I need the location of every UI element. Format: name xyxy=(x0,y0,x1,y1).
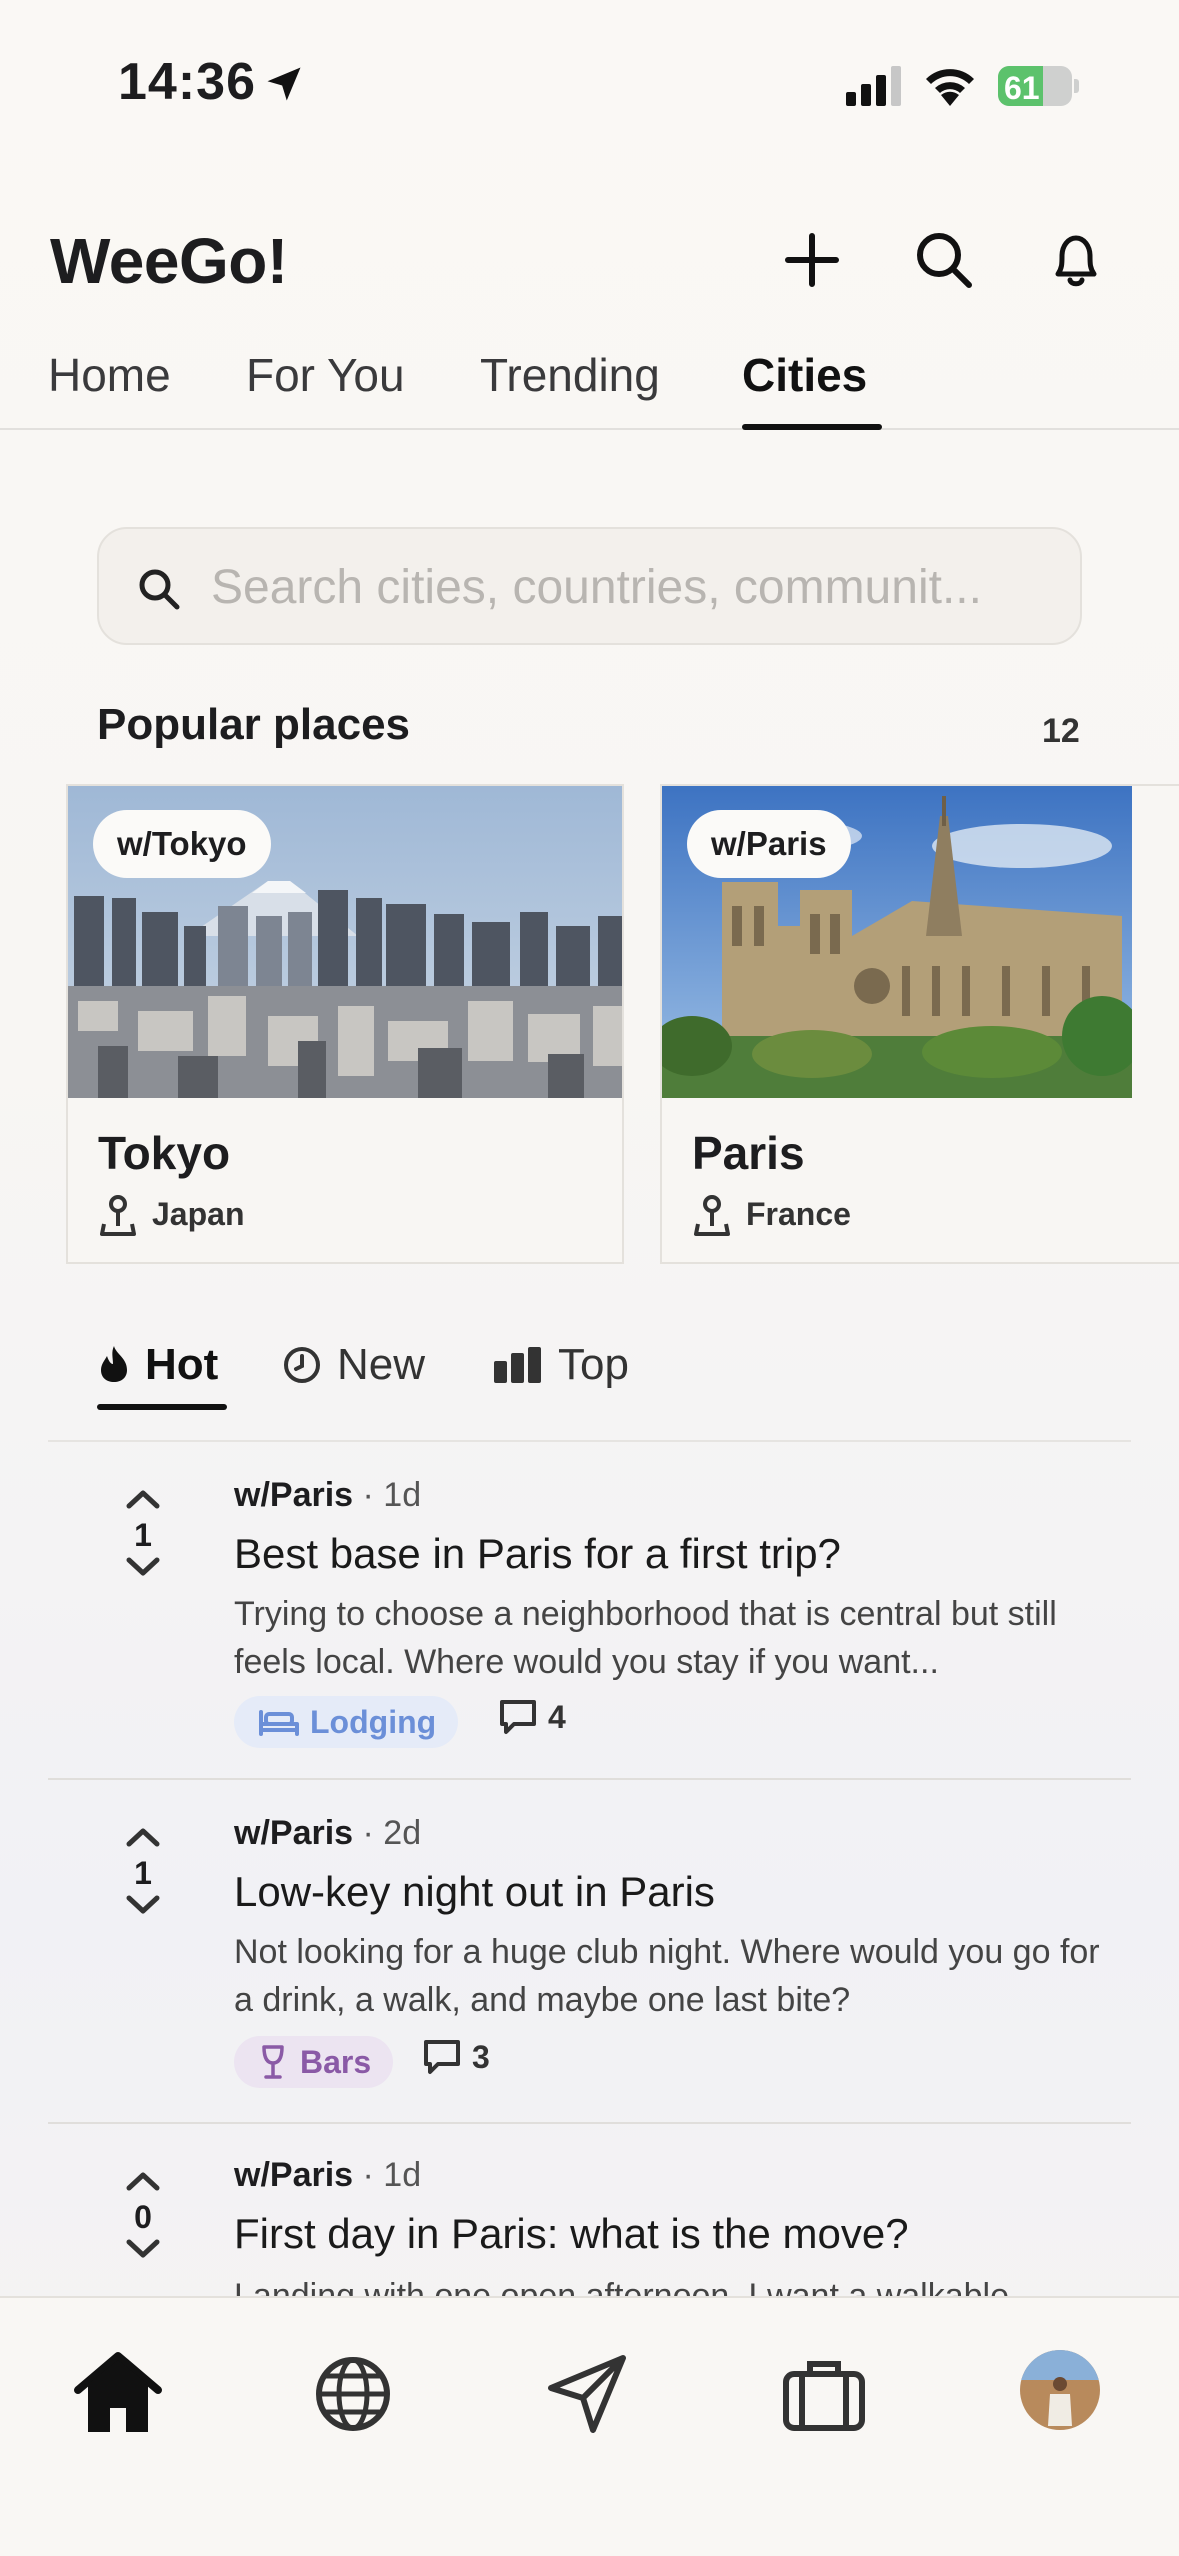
globe-icon[interactable] xyxy=(303,2344,403,2444)
sort-new[interactable]: New xyxy=(283,1340,425,1390)
comment-count[interactable]: 4 xyxy=(498,1698,566,1736)
bottom-nav xyxy=(0,2296,1179,2556)
post-body: Trying to choose a neighborhood that is … xyxy=(234,1595,1057,1681)
tab-home[interactable]: Home xyxy=(48,348,171,402)
top-tabs: Home For You Trending Cities xyxy=(0,340,1179,430)
vote-count: 0 xyxy=(134,2199,152,2235)
post-community[interactable]: w/Paris · 1d xyxy=(234,1476,421,1515)
tab-for-you[interactable]: For You xyxy=(246,348,405,402)
flame-icon xyxy=(101,1346,127,1382)
comment-count[interactable]: 3 xyxy=(422,2038,490,2076)
briefcase-icon[interactable] xyxy=(774,2344,874,2444)
tag-bars[interactable]: Bars xyxy=(234,2036,394,2088)
city-card-paris[interactable]: w/Paris Paris France xyxy=(660,784,1179,1264)
city-name: Tokyo xyxy=(98,1127,231,1179)
post-body: Not looking for a huge club night. Where… xyxy=(234,1933,1100,2019)
tag-label: Lodging xyxy=(310,1704,437,1740)
post-card[interactable]: 0 w/Paris · 1d First day in Paris: what … xyxy=(48,2124,1131,2296)
vote-count: 1 xyxy=(134,1517,152,1553)
home-icon[interactable] xyxy=(68,2344,168,2444)
active-sort-indicator xyxy=(97,1404,227,1410)
post-community[interactable]: w/Paris · 2d xyxy=(234,1814,421,1853)
downvote-icon[interactable] xyxy=(123,1554,163,1580)
tab-trending[interactable]: Trending xyxy=(480,348,660,402)
wifi-icon xyxy=(926,69,974,106)
search-icon[interactable] xyxy=(912,228,976,292)
sort-hot[interactable]: Hot xyxy=(97,1340,218,1390)
city-name: Paris xyxy=(692,1127,805,1179)
post-community[interactable]: w/Paris · 1d xyxy=(234,2156,421,2195)
vote-control: 1 xyxy=(118,1486,168,1585)
status-time: 14:36 xyxy=(118,53,256,111)
post-age: · 1d xyxy=(362,1476,422,1514)
search-icon xyxy=(139,569,180,610)
post-body: Landing with one open afternoon. I want … xyxy=(234,2277,1009,2296)
clock-icon xyxy=(284,1347,320,1383)
post-title[interactable]: First day in Paris: what is the move? xyxy=(234,2210,909,2258)
active-tab-indicator xyxy=(742,424,882,430)
tag-label: Bars xyxy=(300,2044,372,2080)
vote-count: 1 xyxy=(134,1855,152,1891)
sort-top-label: Top xyxy=(558,1340,629,1389)
vote-control: 0 xyxy=(118,2168,168,2267)
popular-places-title: Popular places xyxy=(97,700,411,749)
post-title[interactable]: Best base in Paris for a first trip? xyxy=(234,1530,841,1578)
location-pin-icon xyxy=(694,1195,730,1236)
post-age: · 1d xyxy=(362,2156,422,2194)
status-bar: 14:36 61 xyxy=(0,0,1179,170)
downvote-icon[interactable] xyxy=(123,1892,163,1918)
battery-indicator: 61 xyxy=(998,66,1079,106)
vote-control: 1 xyxy=(118,1824,168,1923)
wine-glass-icon xyxy=(262,2045,284,2079)
cellular-signal-icon xyxy=(846,66,901,106)
upvote-icon[interactable] xyxy=(123,1486,163,1512)
search-input[interactable] xyxy=(211,549,1061,625)
sort-new-label: New xyxy=(337,1340,426,1389)
popular-places-count: 12 xyxy=(1042,712,1080,750)
battery-percent: 61 xyxy=(1004,70,1040,106)
community-pill: w/Tokyo xyxy=(93,810,271,878)
tag-lodging[interactable]: Lodging xyxy=(234,1696,459,1748)
bars-icon xyxy=(494,1347,541,1383)
city-card-tokyo[interactable]: w/Tokyo Tokyo Japan xyxy=(66,784,624,1264)
upvote-icon[interactable] xyxy=(123,1824,163,1850)
upvote-icon[interactable] xyxy=(123,2168,163,2194)
downvote-icon[interactable] xyxy=(123,2236,163,2262)
post-title[interactable]: Low-key night out in Paris xyxy=(234,1868,715,1916)
bell-icon[interactable] xyxy=(1044,228,1108,292)
country-name: France xyxy=(746,1196,851,1232)
search-bar[interactable] xyxy=(97,527,1082,645)
country-name: Japan xyxy=(152,1196,245,1232)
tab-cities[interactable]: Cities xyxy=(742,348,867,402)
post-card[interactable]: 1 w/Paris · 2d Low-key night out in Pari… xyxy=(48,1780,1131,2124)
bed-icon xyxy=(259,1710,299,1736)
sort-hot-label: Hot xyxy=(145,1340,219,1389)
avatar[interactable] xyxy=(1020,2350,1100,2430)
sort-top[interactable]: Top xyxy=(494,1340,629,1390)
location-pin-icon xyxy=(100,1195,136,1236)
comment-icon xyxy=(424,2040,460,2074)
paper-plane-icon[interactable] xyxy=(537,2344,637,2444)
app-title: WeeGo! xyxy=(50,225,288,297)
add-icon[interactable] xyxy=(780,228,844,292)
location-arrow-icon xyxy=(267,67,301,101)
post-age: · 2d xyxy=(362,1814,422,1852)
comment-icon xyxy=(500,1700,536,1734)
community-pill: w/Paris xyxy=(687,810,851,878)
post-card[interactable]: 1 w/Paris · 1d Best base in Paris for a … xyxy=(48,1442,1131,1780)
